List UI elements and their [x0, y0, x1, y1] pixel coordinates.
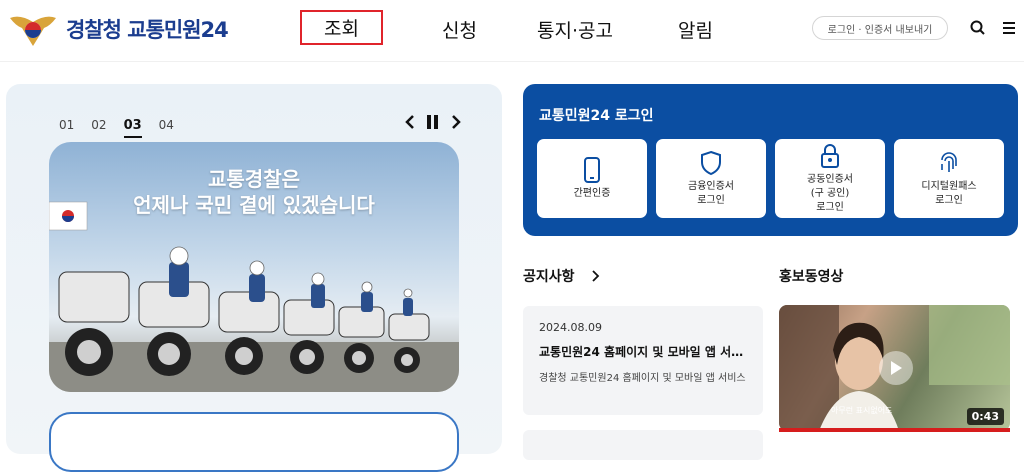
- phone-icon: [584, 156, 600, 183]
- hero-headline-line2: 언제나 국민 곁에 있겠습니다: [133, 193, 375, 217]
- login-panel: 교통민원24 로그인 간편인증 금융인증서 로그인 공동인증서 (구 공인) 로…: [523, 84, 1018, 236]
- notice-title: 공지사항: [523, 269, 575, 285]
- nav-item-inquiry[interactable]: 조회: [300, 10, 383, 45]
- play-icon: [891, 361, 902, 375]
- notice-card[interactable]: 2024.08.09 교통민원24 홈페이지 및 모바일 앱 서비스 경찰청 교…: [523, 306, 763, 415]
- site-logo[interactable]: 경찰청 교통민원24: [8, 8, 229, 50]
- page-04[interactable]: 04: [159, 118, 174, 138]
- chevron-left-icon[interactable]: [404, 114, 416, 130]
- hero-headline-line1: 교통경찰은: [208, 167, 300, 191]
- financial-cert-button[interactable]: 금융인증서 로그인: [656, 139, 766, 218]
- chevron-right-icon: [592, 270, 600, 282]
- simple-auth-button[interactable]: 간편인증: [537, 139, 647, 218]
- nav-item-notices[interactable]: 통지·공고: [537, 16, 613, 43]
- notice-body: 경찰청 교통민원24 홈페이지 및 모바일 앱 서비스: [539, 373, 746, 384]
- notice-headline: 교통민원24 홈페이지 및 모바일 앱 서비스: [539, 345, 751, 359]
- menu-icon[interactable]: [999, 18, 1019, 38]
- hero-pagination: 01 02 03 04: [59, 118, 174, 138]
- hero-banner[interactable]: 교통경찰은 언제나 국민 곁에 있겠습니다: [49, 142, 459, 392]
- digital-onepass-button[interactable]: 디지털원패스 로그인: [894, 139, 1004, 218]
- promo-video[interactable]: 아무런 표시없어도 0:43: [779, 305, 1010, 431]
- financial-cert-label: 금융인증서 로그인: [688, 180, 734, 206]
- simple-auth-label: 간편인증: [573, 187, 611, 199]
- page-01[interactable]: 01: [59, 118, 74, 138]
- joint-cert-label: 공동인증서 (구 공인) 로그인: [807, 173, 853, 213]
- page-03[interactable]: 03: [123, 118, 142, 138]
- login-certificate-button[interactable]: 로그인 · 인증서 내보내기: [812, 16, 948, 40]
- lock-icon: [821, 143, 839, 168]
- nav-item-alerts[interactable]: 알림: [678, 16, 713, 43]
- search-icon[interactable]: [968, 18, 988, 38]
- video-progress-bar: [779, 428, 1010, 432]
- shield-icon: [701, 150, 721, 175]
- video-section-title: 홍보동영상: [779, 269, 844, 285]
- nav-item-apply[interactable]: 신청: [442, 16, 477, 43]
- pause-icon[interactable]: [426, 114, 440, 130]
- login-title: 교통민원24 로그인: [539, 108, 654, 124]
- notice-section-title[interactable]: 공지사항: [523, 266, 601, 286]
- hero-section: 01 02 03 04 교통경찰은 언제나 국민 곁에 있겠습니다: [6, 84, 502, 472]
- hero-secondary-card[interactable]: [49, 412, 459, 472]
- notice-date: 2024.08.09: [539, 321, 602, 334]
- video-caption: 아무런 표시없어도: [831, 406, 893, 415]
- site-header: 경찰청 교통민원24 조회 신청 통지·공고 알림 로그인 · 인증서 내보내기: [0, 0, 1024, 62]
- chevron-right-icon[interactable]: [450, 114, 462, 130]
- video-duration: 0:43: [966, 408, 1004, 425]
- page-02[interactable]: 02: [91, 118, 106, 138]
- hero-controls: [404, 114, 462, 130]
- digital-onepass-label: 디지털원패스 로그인: [921, 180, 977, 206]
- play-button[interactable]: [879, 351, 913, 385]
- fingerprint-icon: [941, 151, 957, 172]
- hero-headline: 교통경찰은 언제나 국민 곁에 있겠습니다: [49, 166, 459, 218]
- police-emblem-icon: [10, 16, 56, 46]
- joint-cert-button[interactable]: 공동인증서 (구 공인) 로그인: [775, 139, 885, 218]
- notice-card[interactable]: [523, 430, 763, 460]
- logo-text: 경찰청 교통민원24: [66, 18, 229, 42]
